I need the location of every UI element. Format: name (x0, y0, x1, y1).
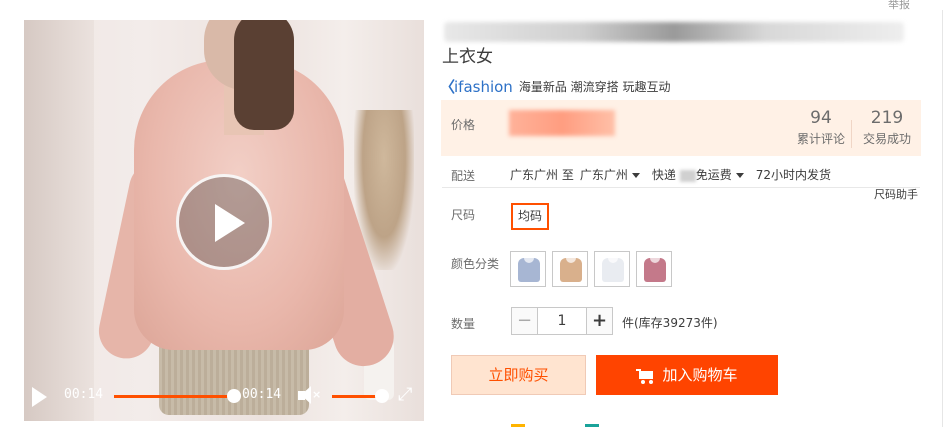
brand-row: 〈ifashion 海量新品 潮流穿搭 玩趣互动 (440, 76, 670, 97)
current-time: 00:14 (64, 387, 104, 402)
stat-divider (851, 120, 852, 148)
progress-knob[interactable] (227, 389, 241, 403)
review-count[interactable]: 94 累计评论 (793, 108, 849, 147)
sales-count: 219 交易成功 (862, 108, 911, 146)
frame-divider (942, 10, 943, 427)
price-value-blurred (509, 110, 615, 136)
report-link[interactable]: 举报 (888, 0, 910, 12)
progress-bar[interactable] (114, 389, 241, 403)
mute-icon[interactable]: × (298, 386, 321, 406)
price-label: 价格 (451, 118, 476, 132)
color-swatch-white[interactable] (594, 251, 630, 287)
size-helper-link[interactable]: 尺码助手 (874, 186, 918, 202)
quantity-decrease-button[interactable]: − (511, 307, 538, 335)
product-title: 上衣女 (442, 47, 493, 67)
product-video[interactable]: 00:14 00:14 × ⤢ (24, 20, 424, 421)
section-divider (442, 187, 920, 188)
price-panel: 价格 94 累计评论 219 交易成功 (441, 100, 921, 156)
duration-time: 00:14 (242, 387, 282, 402)
brand-tags: 海量新品 潮流穿搭 玩趣互动 (518, 80, 671, 94)
quantity-label: 数量 (451, 317, 476, 331)
fullscreen-icon[interactable]: ⤢ (398, 385, 418, 405)
video-backdrop (24, 20, 94, 421)
video-controls: 00:14 00:14 × ⤢ (24, 371, 424, 421)
product-title-blurred (444, 22, 904, 42)
shipping-method-select[interactable]: 快递 免运费 (652, 166, 744, 183)
color-swatch-blue[interactable] (510, 251, 546, 287)
chevron-down-icon (631, 173, 640, 178)
quantity-input[interactable] (538, 307, 586, 335)
add-to-cart-label: 加入购物车 (662, 366, 738, 384)
blurred-chip (679, 169, 696, 182)
color-label: 颜色分类 (451, 257, 500, 271)
stock-text: 件(库存39273件) (622, 316, 718, 330)
quantity-increase-button[interactable]: + (586, 307, 613, 335)
play-icon[interactable] (32, 387, 47, 407)
volume-bar[interactable] (332, 389, 389, 403)
color-swatch-khaki[interactable] (552, 251, 588, 287)
buy-now-button[interactable]: 立即购买 (451, 355, 586, 395)
ifashion-logo[interactable]: 〈ifashion (440, 76, 513, 97)
big-play-icon[interactable] (176, 174, 272, 270)
cart-icon (636, 368, 654, 384)
add-to-cart-button[interactable]: 加入购物车 (596, 355, 778, 395)
shipping-row: 广东广州 至 广东广州 快递 免运费 72小时内发货 (510, 166, 831, 183)
color-swatch-rose[interactable] (636, 251, 672, 287)
shipping-destination-select[interactable]: 广东广州 (580, 166, 640, 183)
volume-knob[interactable] (375, 389, 389, 403)
shipping-origin: 广东广州 至 (510, 168, 574, 182)
size-label: 尺码 (451, 208, 476, 222)
ifashion-mark-icon: 〈 (440, 78, 456, 96)
color-swatches (510, 251, 672, 287)
size-option-one-size[interactable]: 均码 (511, 203, 549, 230)
dispatch-time: 72小时内发货 (755, 168, 831, 182)
quantity-stepper: − + (511, 307, 613, 335)
shipping-label: 配送 (451, 169, 476, 183)
chevron-down-icon (735, 173, 744, 178)
model-hair (234, 20, 294, 130)
